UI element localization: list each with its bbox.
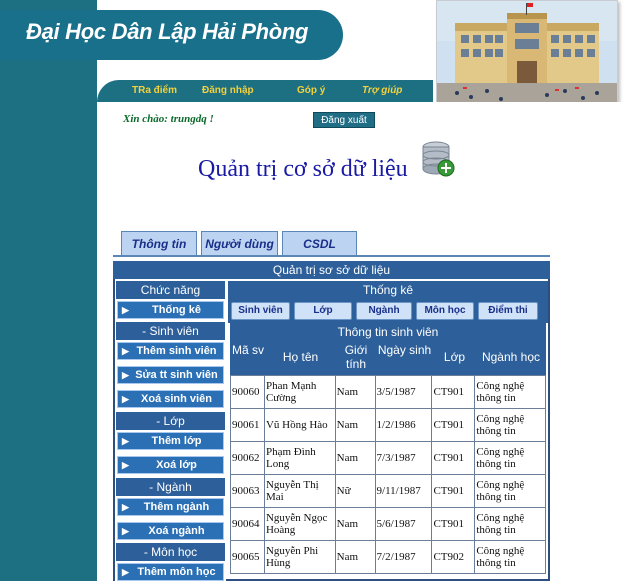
user-greeting: Xin chào: trungdq ! xyxy=(123,113,214,125)
col-header-major: Ngành học xyxy=(481,350,541,364)
stats-tab-lop[interactable]: Lớp xyxy=(294,302,352,320)
section-header-mon-hoc: - Môn học xyxy=(116,543,225,561)
table-row: 90060 Phan Mạnh Cường Nam 3/5/1987 CT901 Công… xyxy=(230,375,546,409)
cell-dob: 3/5/1987 xyxy=(374,375,433,409)
cell-dob: 7/2/1987 xyxy=(374,540,433,574)
cell-name: Phan Mạnh Cường xyxy=(263,375,336,409)
section-header-nganh: - Ngành xyxy=(116,478,225,496)
cell-id: 90062 xyxy=(230,441,265,475)
add-student-button[interactable]: ▶ Thêm sinh viên xyxy=(117,342,224,360)
nav-link-gop-y[interactable]: Góp ý xyxy=(297,85,325,96)
delete-student-button[interactable]: ▶ Xoá sinh viên xyxy=(117,390,224,408)
cell-name: Nguyễn Ngọc Hoàng xyxy=(263,507,336,541)
nav-link-dang-nhap[interactable]: Đăng nhập xyxy=(202,85,254,96)
cell-dob: 1/2/1986 xyxy=(374,408,433,442)
cell-class: CT901 xyxy=(431,375,476,409)
cell-id: 90061 xyxy=(230,408,265,442)
site-title: Đại Học Dân Lập Hải Phòng xyxy=(26,19,309,44)
col-header-dob: Ngày sinh xyxy=(377,343,432,357)
cell-major: Công nghệ thông tin xyxy=(474,474,546,508)
cell-dob: 7/3/1987 xyxy=(374,441,433,475)
student-info-title: Thông tin sinh viên xyxy=(230,323,546,341)
table-row: 90065 Nguyễn Phi Hùng Nam 7/2/1987 CT902 Công… xyxy=(230,540,546,574)
tab-csdl[interactable]: CSDL xyxy=(282,231,357,256)
nav-link-tra-diem[interactable]: TRa điểm xyxy=(132,85,177,96)
nav-spacer xyxy=(97,60,435,80)
cell-id: 90060 xyxy=(230,375,265,409)
panel-title: Quản trị sơ sở dữ liệu xyxy=(113,261,550,279)
cell-id: 90065 xyxy=(230,540,265,574)
stats-tab-diem-thi[interactable]: Điểm thi xyxy=(478,302,538,320)
cell-sex: Nữ xyxy=(334,474,376,508)
cell-class: CT901 xyxy=(431,408,476,442)
table-row: 90062 Phạm Đình Long Nam 7/3/1987 CT901 Công … xyxy=(230,441,546,475)
cell-name: Phạm Đình Long xyxy=(263,441,336,475)
stats-tab-nganh[interactable]: Ngành xyxy=(356,302,412,320)
table-row: 90063 Nguyễn Thị Mai Nữ 9/11/1987 CT901 Công … xyxy=(230,474,546,508)
delete-major-button[interactable]: ▶ Xoá ngành xyxy=(117,522,224,540)
col-header-class: Lớp xyxy=(443,350,466,364)
campus-photo xyxy=(436,0,618,114)
section-header-sinh-vien: - Sinh viên xyxy=(116,322,225,340)
section-header-lop: - Lớp xyxy=(116,412,225,430)
cell-sex: Nam xyxy=(334,507,376,541)
add-subject-button[interactable]: ▶ Thêm môn học xyxy=(117,563,224,581)
cell-sex: Nam xyxy=(334,375,376,409)
col-header-id: Mã sv xyxy=(231,343,264,357)
edit-student-label: Sửa tt sinh viên xyxy=(135,369,218,381)
page-title: Quản trị cơ sở dữ liệu xyxy=(198,156,408,182)
tab-underline xyxy=(113,255,550,257)
tab-thong-tin[interactable]: Thông tin xyxy=(121,231,197,256)
cell-dob: 5/6/1987 xyxy=(374,507,433,541)
student-table: 90060 Phan Mạnh Cường Nam 3/5/1987 CT901 Công… xyxy=(230,375,546,574)
col-header-sex: Giới tính xyxy=(344,343,368,371)
add-subject-label: Thêm môn học xyxy=(137,566,216,578)
add-class-button[interactable]: ▶ Thêm lớp xyxy=(117,432,224,450)
cell-id: 90063 xyxy=(230,474,265,508)
cell-class: CT902 xyxy=(431,540,476,574)
stats-tab-sinh-vien[interactable]: Sinh viên xyxy=(231,302,290,320)
cell-major: Công nghệ thông tin xyxy=(474,507,546,541)
stats-button[interactable]: ▶ Thống kê xyxy=(117,301,224,319)
cell-dob: 9/11/1987 xyxy=(374,474,433,508)
delete-class-button[interactable]: ▶ Xoá lớp xyxy=(117,456,224,474)
cell-major: Công nghệ thông tin xyxy=(474,408,546,442)
stats-title: Thống kê xyxy=(228,281,548,299)
functions-title: Chức năng xyxy=(116,281,225,299)
left-sidebar-band xyxy=(0,0,97,581)
stats-button-label: Thống kê xyxy=(152,304,201,316)
cell-major: Công nghệ thông tin xyxy=(474,441,546,475)
cell-name: Nguyễn Phi Hùng xyxy=(263,540,336,574)
add-class-label: Thêm lớp xyxy=(151,435,202,447)
tab-nguoi-dung[interactable]: Người dùng xyxy=(201,231,278,256)
cell-class: CT901 xyxy=(431,507,476,541)
cell-name: Nguyễn Thị Mai xyxy=(263,474,336,508)
delete-class-label: Xoá lớp xyxy=(156,459,197,471)
nav-link-tro-giup[interactable]: Trợ giúp xyxy=(362,85,402,96)
add-student-label: Thêm sinh viên xyxy=(136,345,217,357)
add-major-label: Thêm ngành xyxy=(143,501,210,513)
delete-student-label: Xoá sinh viên xyxy=(141,393,212,405)
logout-button[interactable]: Đăng xuất xyxy=(313,112,375,128)
add-major-button[interactable]: ▶ Thêm ngành xyxy=(117,498,224,516)
cell-name: Vũ Hồng Hào xyxy=(263,408,336,442)
cell-major: Công nghệ thông tin xyxy=(474,375,546,409)
database-add-icon xyxy=(420,140,456,180)
stats-tab-mon-hoc[interactable]: Môn học xyxy=(416,302,474,320)
edit-student-button[interactable]: ▶ Sửa tt sinh viên xyxy=(117,366,224,384)
cell-class: CT901 xyxy=(431,441,476,475)
col-header-name: Họ tên xyxy=(282,350,319,364)
cell-sex: Nam xyxy=(334,441,376,475)
cell-id: 90064 xyxy=(230,507,265,541)
delete-major-label: Xoá ngành xyxy=(148,525,205,537)
table-row: 90064 Nguyễn Ngọc Hoàng Nam 5/6/1987 CT901 Cô… xyxy=(230,507,546,541)
cell-major: Công nghệ thông tin xyxy=(474,540,546,574)
cell-sex: Nam xyxy=(334,540,376,574)
cell-class: CT901 xyxy=(431,474,476,508)
table-row: 90061 Vũ Hồng Hào Nam 1/2/1986 CT901 Công ngh… xyxy=(230,408,546,442)
cell-sex: Nam xyxy=(334,408,376,442)
